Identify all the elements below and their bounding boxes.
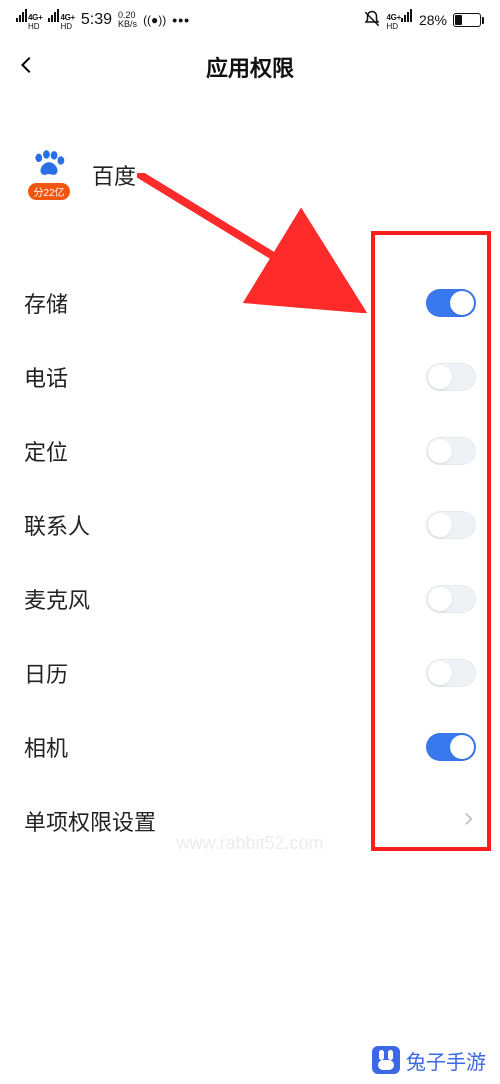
footer-banner: 兔子手游 xyxy=(0,1036,500,1084)
permission-label: 电话 xyxy=(24,361,68,393)
page-title: 应用权限 xyxy=(0,51,500,83)
signal-1-label: 4G+ xyxy=(28,13,42,22)
contacts-toggle[interactable] xyxy=(426,511,476,539)
signal-right-sublabel: HD xyxy=(387,23,401,31)
app-name: 百度 xyxy=(92,159,136,191)
permission-label: 存储 xyxy=(24,287,68,319)
permission-label: 联系人 xyxy=(24,509,90,541)
permission-location[interactable]: 定位 xyxy=(24,414,476,488)
permission-label: 相机 xyxy=(24,731,68,763)
banner-text: 兔子手游 xyxy=(406,1046,486,1075)
status-right: 4G+ HD 28% xyxy=(363,9,484,31)
permission-list: 存储 电话 定位 联系人 麦克风 日历 相机 单项权限设置 xyxy=(0,266,500,858)
baidu-paw-icon xyxy=(32,150,66,181)
permission-phone[interactable]: 电话 xyxy=(24,340,476,414)
microphone-toggle[interactable] xyxy=(426,585,476,613)
app-badge: 分22亿 xyxy=(28,183,69,200)
back-button[interactable] xyxy=(16,54,38,81)
signal-2-icon: 4G+ HD xyxy=(48,9,74,31)
permission-microphone[interactable]: 麦克风 xyxy=(24,562,476,636)
permission-camera[interactable]: 相机 xyxy=(24,710,476,784)
phone-toggle[interactable] xyxy=(426,363,476,391)
data-rate: 0.20 KB/s xyxy=(118,11,137,29)
camera-toggle[interactable] xyxy=(426,733,476,761)
permission-calendar[interactable]: 日历 xyxy=(24,636,476,710)
signal-right-label: 4G+ xyxy=(387,13,401,22)
watermark: www.rabbit52.com xyxy=(0,833,500,854)
calendar-toggle[interactable] xyxy=(426,659,476,687)
bunny-icon xyxy=(372,1046,400,1074)
signal-1-sublabel: HD xyxy=(28,23,42,31)
permission-label: 麦克风 xyxy=(24,583,90,615)
status-time: 5:39 xyxy=(81,11,112,29)
status-left: 4G+ HD 4G+ HD 5:39 0.20 KB/s ((●)) ••• xyxy=(16,9,190,31)
title-bar: 应用权限 xyxy=(0,40,500,94)
signal-1-icon: 4G+ HD xyxy=(16,9,42,31)
permission-contacts[interactable]: 联系人 xyxy=(24,488,476,562)
permission-label: 定位 xyxy=(24,435,68,467)
status-bar: 4G+ HD 4G+ HD 5:39 0.20 KB/s ((●)) ••• 4… xyxy=(0,0,500,40)
mute-icon xyxy=(363,10,381,31)
chevron-right-icon xyxy=(460,811,476,832)
hotspot-icon: ((●)) xyxy=(143,13,166,27)
signal-2-label: 4G+ xyxy=(60,13,74,22)
signal-2-sublabel: HD xyxy=(60,23,74,31)
permission-label: 日历 xyxy=(24,657,68,689)
permission-storage[interactable]: 存储 xyxy=(24,266,476,340)
battery-icon xyxy=(453,13,484,27)
storage-toggle[interactable] xyxy=(426,289,476,317)
signal-right-icon: 4G+ HD xyxy=(387,9,413,31)
app-header: 分22亿 百度 xyxy=(0,150,500,200)
location-toggle[interactable] xyxy=(426,437,476,465)
more-icon: ••• xyxy=(172,12,190,28)
app-icon: 分22亿 xyxy=(24,150,74,200)
battery-percent: 28% xyxy=(419,12,447,28)
